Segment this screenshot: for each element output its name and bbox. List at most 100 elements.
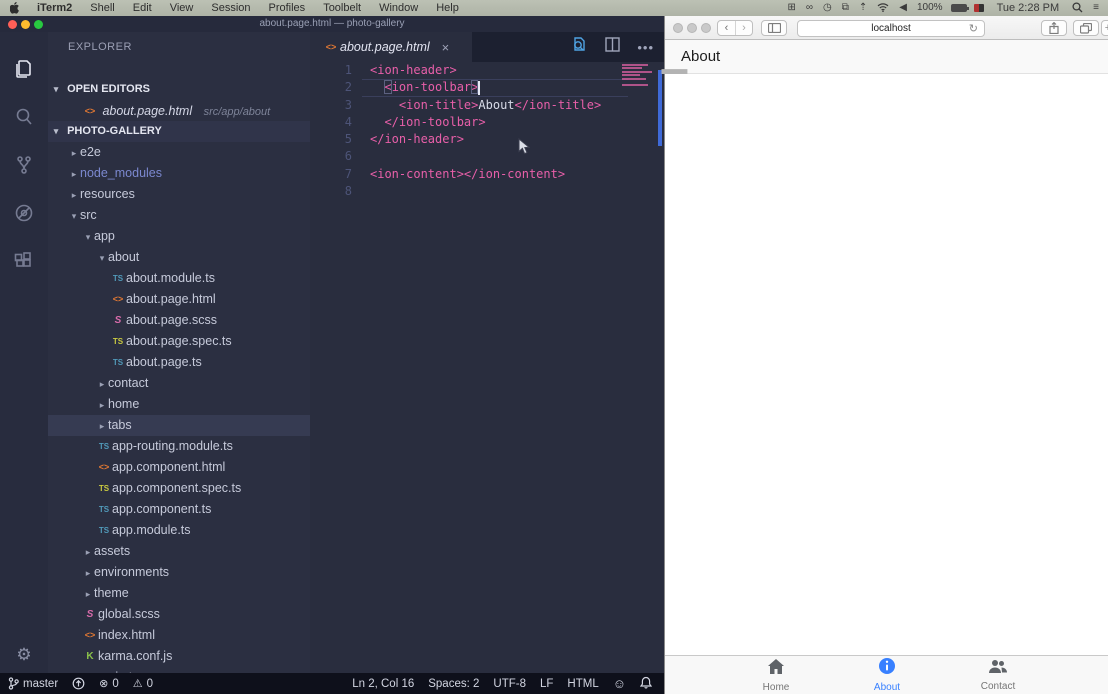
code-line-8[interactable]: 8 xyxy=(310,183,664,200)
open-file-search-icon[interactable] xyxy=(570,36,588,59)
code-line-5[interactable]: 5</ion-header> xyxy=(310,131,664,148)
notifications-bell-icon[interactable] xyxy=(640,676,652,692)
tree-item-app-routing.module.ts[interactable]: TSapp-routing.module.ts xyxy=(48,436,310,457)
menubar-clock[interactable]: Tue 2:28 PM xyxy=(989,2,1068,14)
menu-toolbelt[interactable]: Toolbelt xyxy=(314,0,370,16)
close-window-button[interactable] xyxy=(673,23,683,33)
code-line-3[interactable]: 3 <ion-title>About</ion-title> xyxy=(310,97,664,114)
cursor-position[interactable]: Ln 2, Col 16 xyxy=(352,678,414,690)
tree-item-about.module.ts[interactable]: TSabout.module.ts xyxy=(48,268,310,289)
indentation-setting[interactable]: Spaces: 2 xyxy=(428,678,479,690)
tree-item-e2e[interactable]: ▸e2e xyxy=(48,142,310,163)
tree-item-app.component.html[interactable]: <>app.component.html xyxy=(48,457,310,478)
tree-item-theme[interactable]: ▸theme xyxy=(48,583,310,604)
project-section-header[interactable]: ▾ PHOTO-GALLERY xyxy=(48,121,310,142)
forward-button[interactable]: › xyxy=(735,21,752,35)
infinity-icon[interactable]: ∞ xyxy=(801,0,818,16)
tree-item-resources[interactable]: ▸resources xyxy=(48,184,310,205)
menu-session[interactable]: Session xyxy=(202,0,259,16)
tree-item-index.html[interactable]: <>index.html xyxy=(48,625,310,646)
search-icon[interactable] xyxy=(0,94,48,140)
tree-item-app.module.ts[interactable]: TSapp.module.ts xyxy=(48,520,310,541)
close-tab-icon[interactable]: × xyxy=(442,40,450,55)
sidebar-toggle-button[interactable] xyxy=(761,20,787,36)
updates-icon[interactable]: ⇡ xyxy=(854,0,872,16)
tree-item-karma.conf.js[interactable]: Kkarma.conf.js xyxy=(48,646,310,667)
debug-disabled-icon[interactable] xyxy=(0,190,48,236)
publish-changes-button[interactable] xyxy=(72,677,85,690)
code-line-7[interactable]: 7<ion-content></ion-content> xyxy=(310,166,664,183)
tree-item-node_modules[interactable]: ▸node_modules xyxy=(48,163,310,184)
more-actions-icon[interactable]: ••• xyxy=(637,40,654,55)
tree-item-label: app.component.html xyxy=(112,460,225,474)
apple-menu[interactable] xyxy=(0,2,28,14)
menu-iterm2[interactable]: iTerm2 xyxy=(28,0,81,16)
clock-icon[interactable]: ◷ xyxy=(818,0,837,16)
tab-overview-button[interactable] xyxy=(1073,20,1099,36)
warning-count[interactable]: ⚠ 0 xyxy=(133,677,153,690)
tree-item-app[interactable]: ▾app xyxy=(48,226,310,247)
volume-icon[interactable]: ◀ xyxy=(894,0,912,16)
open-editor-item[interactable]: <> about.page.html src/app/about xyxy=(48,100,310,121)
tree-item-home[interactable]: ▸home xyxy=(48,394,310,415)
minimize-window-button[interactable] xyxy=(687,23,697,33)
back-button[interactable]: ‹ xyxy=(718,21,735,35)
encoding-setting[interactable]: UTF-8 xyxy=(493,678,526,690)
tree-item-about.page.scss[interactable]: Sabout.page.scss xyxy=(48,310,310,331)
tree-item-about.page.html[interactable]: <>about.page.html xyxy=(48,289,310,310)
menu-profiles[interactable]: Profiles xyxy=(260,0,315,16)
reload-icon[interactable]: ↻ xyxy=(969,22,978,35)
tree-item-label: about.module.ts xyxy=(126,271,215,285)
code-line-4[interactable]: 4 </ion-toolbar> xyxy=(310,114,664,131)
feedback-smiley-icon[interactable]: ☺ xyxy=(613,676,626,691)
zoom-window-button[interactable] xyxy=(701,23,711,33)
code-line-6[interactable]: 6 xyxy=(310,148,664,165)
tab-about-page-html[interactable]: <> about.page.html × xyxy=(310,32,472,62)
tab-contact[interactable]: Contact xyxy=(943,656,1054,694)
menu-edit[interactable]: Edit xyxy=(124,0,161,16)
error-count[interactable]: ⊗ 0 xyxy=(99,677,119,690)
code-editor[interactable]: 1<ion-header>2 <ion-toolbar>3 <ion-title… xyxy=(310,62,664,673)
tree-item-environments[interactable]: ▸environments xyxy=(48,562,310,583)
tab-home[interactable]: Home xyxy=(721,656,832,694)
new-tab-button[interactable]: + xyxy=(1101,20,1108,36)
menu-window[interactable]: Window xyxy=(370,0,427,16)
address-bar[interactable]: localhost ↻ xyxy=(797,20,985,37)
extensions-icon[interactable] xyxy=(0,238,48,284)
menu-shell[interactable]: Shell xyxy=(81,0,123,16)
tree-item-about[interactable]: ▾about xyxy=(48,247,310,268)
notification-center-icon[interactable]: ≡ xyxy=(1088,0,1108,16)
tree-item-src[interactable]: ▾src xyxy=(48,205,310,226)
menu-help[interactable]: Help xyxy=(427,0,468,16)
tree-item-global.scss[interactable]: Sglobal.scss xyxy=(48,604,310,625)
code-line-2[interactable]: 2 <ion-toolbar> xyxy=(310,79,664,96)
vscode-titlebar[interactable]: about.page.html — photo-gallery xyxy=(0,16,664,32)
tab-about[interactable]: About xyxy=(832,656,943,694)
eol-setting[interactable]: LF xyxy=(540,678,553,690)
input-source-flag-icon[interactable] xyxy=(974,4,984,12)
tree-item-tabs[interactable]: ▸tabs xyxy=(48,415,310,436)
split-editor-icon[interactable] xyxy=(604,36,621,58)
grid-icon[interactable]: ⊞ xyxy=(783,0,801,16)
tree-item-label: about.page.html xyxy=(126,292,216,306)
open-editors-header[interactable]: ▾ OPEN EDITORS xyxy=(48,79,310,100)
source-control-icon[interactable] xyxy=(0,142,48,188)
minimap[interactable] xyxy=(622,64,656,88)
wifi-icon[interactable] xyxy=(872,0,894,16)
tree-item-app.component.spec.ts[interactable]: TSapp.component.spec.ts xyxy=(48,478,310,499)
tree-item-label: src xyxy=(80,208,97,222)
code-line-1[interactable]: 1<ion-header> xyxy=(310,62,664,79)
git-branch-indicator[interactable]: master xyxy=(8,677,58,690)
tree-item-app.component.ts[interactable]: TSapp.component.ts xyxy=(48,499,310,520)
share-button[interactable] xyxy=(1041,20,1067,36)
tree-item-about.page.ts[interactable]: TSabout.page.ts xyxy=(48,352,310,373)
tree-item-contact[interactable]: ▸contact xyxy=(48,373,310,394)
menu-view[interactable]: View xyxy=(161,0,203,16)
spotlight-icon[interactable] xyxy=(1067,0,1088,16)
tree-item-about.page.spec.ts[interactable]: TSabout.page.spec.ts xyxy=(48,331,310,352)
explorer-icon[interactable] xyxy=(0,46,48,92)
settings-gear-icon[interactable]: ⚙ xyxy=(0,645,48,665)
display-icon[interactable]: ⧉ xyxy=(837,0,854,16)
tree-item-assets[interactable]: ▸assets xyxy=(48,541,310,562)
language-mode[interactable]: HTML xyxy=(567,678,598,690)
